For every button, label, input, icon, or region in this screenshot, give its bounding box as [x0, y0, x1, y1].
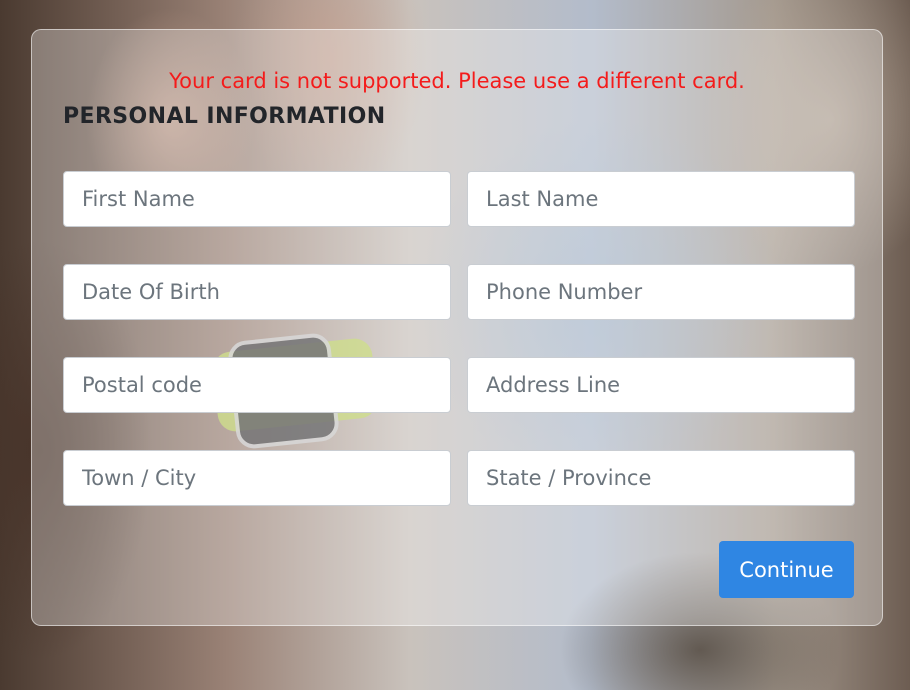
state-province-input[interactable] [467, 450, 855, 506]
first-name-input[interactable] [63, 171, 451, 227]
town-city-input[interactable] [63, 450, 451, 506]
last-name-input[interactable] [467, 171, 855, 227]
date-of-birth-input[interactable] [63, 264, 451, 320]
phone-number-input[interactable] [467, 264, 855, 320]
section-title: PERSONAL INFORMATION [63, 104, 386, 129]
continue-button[interactable]: Continue [719, 541, 854, 598]
personal-information-card: Your card is not supported. Please use a… [31, 29, 883, 626]
address-line-input[interactable] [467, 357, 855, 413]
postal-code-input[interactable] [63, 357, 451, 413]
card-error-message: Your card is not supported. Please use a… [169, 69, 745, 93]
